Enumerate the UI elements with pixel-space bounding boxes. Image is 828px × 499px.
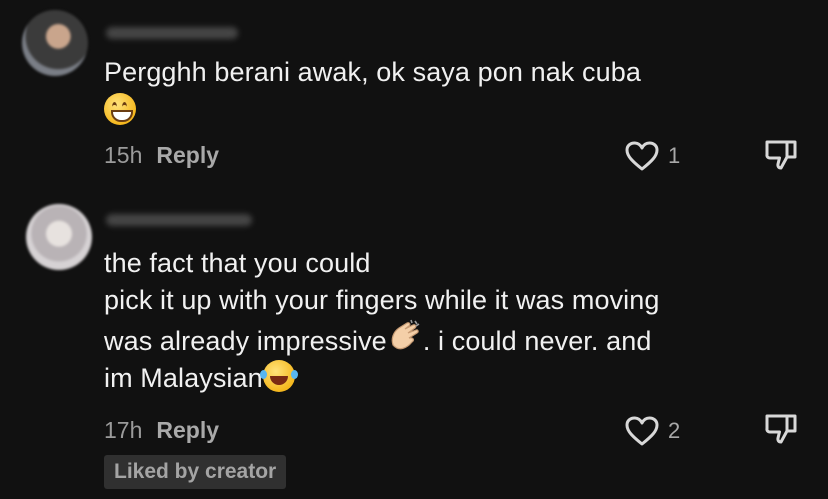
dislike-button[interactable] bbox=[763, 411, 799, 452]
comment-text-line: the fact that you could bbox=[104, 248, 371, 278]
clapping-hands-emoji-icon bbox=[387, 319, 423, 355]
avatar[interactable] bbox=[22, 10, 88, 76]
comment-text: the fact that you could pick it up with … bbox=[104, 245, 738, 397]
comment-meta: 15h Reply bbox=[104, 142, 219, 169]
username-blurred[interactable] bbox=[106, 27, 238, 39]
comment-item: the fact that you could pick it up with … bbox=[0, 190, 828, 499]
comment-text-line: im Malaysian bbox=[104, 363, 263, 393]
comment-time: 17h bbox=[104, 417, 143, 443]
comment-item: Pergghh berani awak, ok saya pon nak cub… bbox=[0, 0, 828, 190]
comment-text-line: pick it up with your fingers while it wa… bbox=[104, 285, 660, 315]
grinning-face-emoji-icon bbox=[104, 93, 136, 125]
face-with-tears-of-joy-emoji-icon bbox=[259, 360, 298, 392]
avatar[interactable] bbox=[26, 204, 92, 270]
thumbs-down-icon bbox=[765, 414, 797, 444]
liked-by-creator-badge: Liked by creator bbox=[104, 455, 287, 489]
like-count: 1 bbox=[668, 143, 681, 168]
heart-outline-icon bbox=[625, 141, 659, 171]
like-button[interactable]: 1 bbox=[624, 140, 680, 172]
comment-text-line: . i could never. and bbox=[422, 326, 652, 356]
comment-meta: 17h Reply bbox=[104, 417, 219, 444]
like-button[interactable]: 2 bbox=[624, 415, 680, 447]
username-blurred[interactable] bbox=[106, 214, 252, 226]
dislike-button[interactable] bbox=[763, 137, 799, 178]
like-count: 2 bbox=[668, 418, 681, 443]
reply-button[interactable]: Reply bbox=[156, 142, 219, 168]
heart-outline-icon bbox=[625, 416, 659, 446]
comment-text-line: was already impressive bbox=[104, 326, 387, 356]
reply-button[interactable]: Reply bbox=[156, 417, 219, 443]
thumbs-down-icon bbox=[765, 140, 797, 170]
comment-time: 15h bbox=[104, 142, 143, 168]
comment-text-line: Pergghh berani awak, ok saya pon nak cub… bbox=[104, 57, 641, 87]
comment-text: Pergghh berani awak, ok saya pon nak cub… bbox=[104, 54, 738, 130]
